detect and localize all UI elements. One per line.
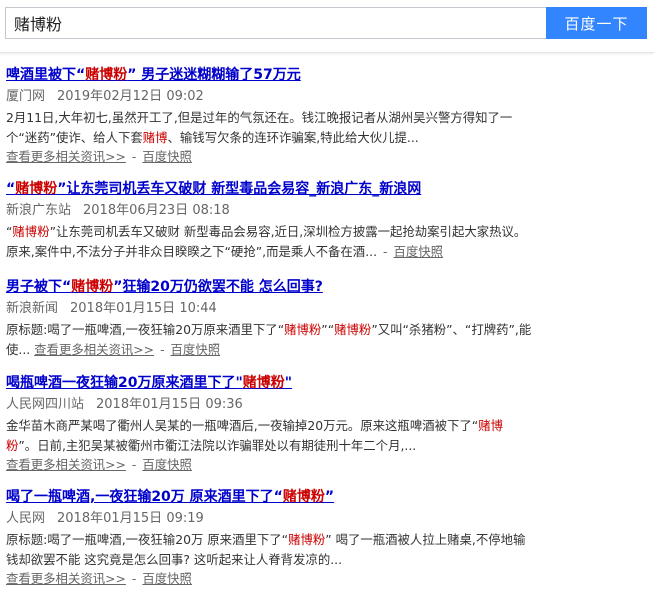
result-time: 08:18 — [192, 203, 230, 218]
result-title-link[interactable]: 啤酒里被下“赌博粉” 男子迷迷糊糊输了57万元 — [6, 66, 646, 84]
result-time: 09:02 — [166, 89, 204, 104]
search-input[interactable] — [5, 7, 546, 39]
result-title-link[interactable]: “赌博粉”让东莞司机丢车又破财 新型毒品会易容_新浪广东_新浪网 — [6, 180, 646, 198]
result-date: 2018年01月15日 — [96, 397, 202, 412]
snapshot-link[interactable]: 百度快照 — [394, 244, 444, 259]
result-source: 人民网 — [6, 511, 46, 526]
snapshot-link[interactable]: 百度快照 — [142, 571, 192, 586]
result-item: 喝瓶啤酒一夜狂输20万原来酒里下了"赌博粉" 人民网四川站 2018年01月15日… — [6, 374, 646, 474]
snapshot-link[interactable]: 百度快照 — [171, 342, 221, 357]
result-summary: 原标题:喝了一瓶啤酒,一夜狂输20万原来酒里下了“赌博粉”“赌博粉”又叫“杀猪粉… — [6, 322, 532, 357]
result-links: 查看更多相关资讯>> - 百度快照 — [6, 571, 192, 586]
result-date: 2018年01月15日 — [70, 301, 176, 316]
result-meta: 新浪新闻 2018年01月15日 10:44 — [6, 300, 646, 318]
result-date: 2019年02月12日 — [57, 89, 163, 104]
result-source: 人民网四川站 — [6, 397, 85, 412]
result-source: 厦门网 — [6, 89, 46, 104]
result-summary: 2月11日,大年初七,虽然开工了,但是过年的气氛还在。钱江晚报记者从湖州吴兴警方… — [6, 110, 513, 145]
more-news-link[interactable]: 查看更多相关资讯>> — [34, 342, 154, 357]
result-title-link[interactable]: 喝了一瓶啤酒,一夜狂输20万 原来酒里下了“赌博粉” — [6, 488, 646, 506]
result-meta: 人民网 2018年01月15日 09:19 — [6, 510, 646, 528]
more-news-link[interactable]: 查看更多相关资讯>> — [6, 149, 126, 164]
result-meta: 人民网四川站 2018年01月15日 09:36 — [6, 396, 646, 414]
result-links: 查看更多相关资讯>> - 百度快照 — [6, 149, 192, 164]
result-time: 09:36 — [205, 397, 243, 412]
result-item: 喝了一瓶啤酒,一夜狂输20万 原来酒里下了“赌博粉” 人民网 2018年01月15… — [6, 488, 646, 588]
result-title-link[interactable]: 男子被下“赌博粉”狂输20万仍欲罢不能 怎么回事? — [6, 278, 646, 296]
result-source: 新浪新闻 — [6, 301, 59, 316]
more-news-link[interactable]: 查看更多相关资讯>> — [6, 457, 126, 472]
result-links: 查看更多相关资讯>> - 百度快照 — [6, 457, 192, 472]
result-summary: 原标题:喝了一瓶啤酒,一夜狂输20万 原来酒里下了“赌博粉” 喝了一瓶酒被人拉上… — [6, 532, 526, 567]
search-button[interactable]: 百度一下 — [546, 7, 647, 39]
result-summary: “赌博粉”让东莞司机丢车又破财 新型毒品会易容,近日,深圳检方披露一起抢劫案引起… — [6, 224, 527, 259]
more-news-link[interactable]: 查看更多相关资讯>> — [6, 571, 126, 586]
snapshot-link[interactable]: 百度快照 — [142, 149, 192, 164]
result-item: 男子被下“赌博粉”狂输20万仍欲罢不能 怎么回事? 新浪新闻 2018年01月15… — [6, 278, 646, 360]
result-source: 新浪广东站 — [6, 203, 72, 218]
result-item: “赌博粉”让东莞司机丢车又破财 新型毒品会易容_新浪广东_新浪网 新浪广东站 20… — [6, 180, 646, 262]
result-title-link[interactable]: 喝瓶啤酒一夜狂输20万原来酒里下了"赌博粉" — [6, 374, 646, 392]
result-item: 啤酒里被下“赌博粉” 男子迷迷糊糊输了57万元 厦门网 2019年02月12日 0… — [6, 66, 646, 166]
result-meta: 厦门网 2019年02月12日 09:02 — [6, 88, 646, 106]
search-bar: 百度一下 — [0, 0, 654, 53]
result-time: 10:44 — [179, 301, 217, 316]
result-time: 09:19 — [166, 511, 204, 526]
result-summary: 金华苗木商严某喝了衢州人吴某的一瓶啤酒后,一夜输掉20万元。原来这瓶啤酒被下了“… — [6, 418, 503, 453]
result-meta: 新浪广东站 2018年06月23日 08:18 — [6, 202, 646, 220]
result-date: 2018年06月23日 — [83, 203, 189, 218]
result-date: 2018年01月15日 — [57, 511, 163, 526]
snapshot-link[interactable]: 百度快照 — [142, 457, 192, 472]
